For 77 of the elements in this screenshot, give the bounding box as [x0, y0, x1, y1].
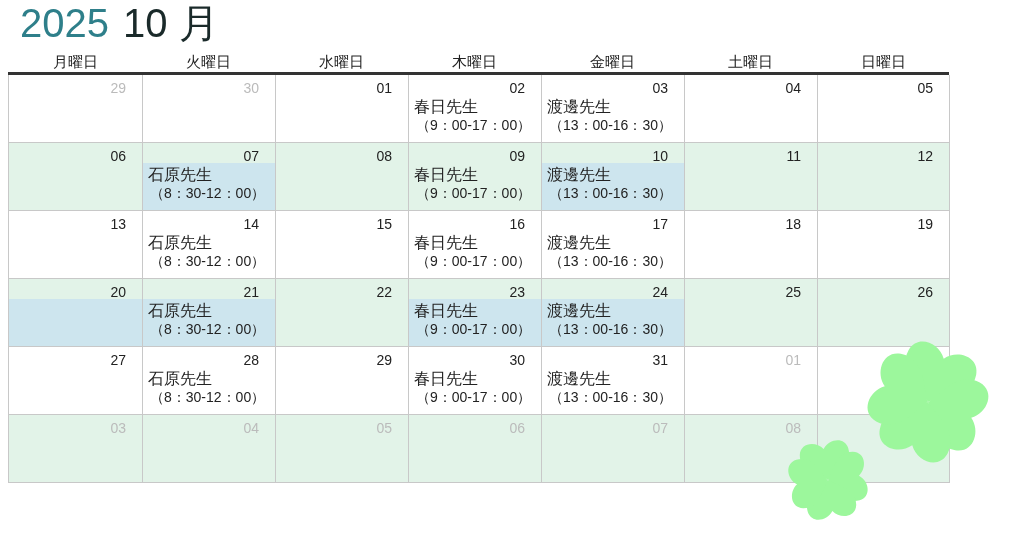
day-number: 29 — [110, 79, 127, 95]
day-number: 22 — [376, 283, 393, 299]
day-number: 29 — [376, 351, 393, 367]
day-number: 05 — [917, 79, 934, 95]
time-range: （9：00-17：00） — [416, 252, 532, 270]
day-number: 17 — [652, 215, 669, 231]
calendar-year: 2025 — [20, 0, 109, 46]
day-number: 14 — [243, 215, 260, 231]
day-number: 27 — [110, 351, 127, 367]
day-number: 03 — [652, 79, 669, 95]
weekday-label: 火曜日 — [186, 53, 231, 70]
day-number: 03 — [110, 419, 127, 435]
day-number: 01 — [376, 79, 393, 95]
day-number: 12 — [917, 147, 934, 163]
weekday-label: 木曜日 — [452, 53, 497, 70]
teacher-name: 春日先生 — [414, 233, 478, 252]
time-range: （13：00-16：30） — [549, 252, 672, 270]
time-range: （9：00-17：00） — [416, 320, 532, 338]
time-range: （8：30-12：00） — [150, 252, 266, 270]
day-number: 28 — [243, 351, 260, 367]
teacher-name: 渡邊先生 — [547, 369, 611, 388]
day-number: 21 — [243, 283, 260, 299]
teacher-name: 春日先生 — [414, 301, 478, 320]
day-number: 07 — [652, 419, 669, 435]
time-range: （9：00-17：00） — [416, 388, 532, 406]
day-number: 25 — [785, 283, 802, 299]
day-number: 31 — [652, 351, 669, 367]
day-number: 26 — [917, 283, 934, 299]
day-number: 30 — [509, 351, 526, 367]
teacher-name: 渡邊先生 — [547, 233, 611, 252]
day-number: 08 — [376, 147, 393, 163]
weekday-label: 月曜日 — [52, 53, 98, 70]
day-number: 16 — [509, 215, 526, 231]
day-number: 06 — [509, 419, 526, 435]
day-number: 07 — [243, 147, 260, 163]
day-number: 18 — [785, 215, 802, 231]
day-number: 05 — [376, 419, 393, 435]
day-number: 06 — [110, 147, 127, 163]
weekday-label: 水曜日 — [319, 53, 364, 70]
day-number: 19 — [917, 215, 934, 231]
day-number: 30 — [243, 79, 260, 95]
day-number: 24 — [652, 283, 669, 299]
day-number: 11 — [786, 147, 802, 163]
time-range: （9：00-17：00） — [416, 116, 532, 134]
day-number: 04 — [785, 79, 802, 95]
teacher-name: 春日先生 — [414, 165, 478, 184]
calendar-month: 10 月 — [123, 0, 219, 46]
teacher-name: 石原先生 — [148, 233, 212, 252]
weekday-label: 日曜日 — [860, 53, 906, 70]
time-range: （13：00-16：30） — [549, 388, 672, 406]
teacher-name: 石原先生 — [148, 165, 212, 184]
teacher-name: 春日先生 — [414, 97, 478, 116]
day-number: 09 — [509, 147, 526, 163]
day-number: 04 — [243, 419, 260, 435]
time-range: （8：30-12：00） — [150, 388, 266, 406]
weekday-label: 金曜日 — [590, 53, 635, 70]
teacher-name: 渡邊先生 — [547, 97, 611, 116]
time-range: （8：30-12：00） — [150, 184, 266, 202]
teacher-name: 石原先生 — [148, 369, 212, 388]
teacher-name: 渡邊先生 — [547, 301, 611, 320]
day-number: 08 — [785, 419, 802, 435]
day-number: 01 — [785, 351, 802, 367]
weekday-label: 土曜日 — [728, 53, 773, 70]
time-range: （13：00-16：30） — [549, 320, 672, 338]
time-range: （13：00-16：30） — [549, 116, 672, 134]
day-number: 10 — [652, 147, 669, 163]
time-range: （9：00-17：00） — [416, 184, 532, 202]
day-number: 20 — [110, 283, 127, 299]
day-number: 02 — [509, 79, 526, 95]
teacher-name: 石原先生 — [148, 301, 212, 320]
teacher-name: 春日先生 — [414, 369, 478, 388]
day-number: 23 — [509, 283, 526, 299]
time-range: （8：30-12：00） — [150, 320, 266, 338]
teacher-name: 渡邊先生 — [547, 165, 611, 184]
day-number: 15 — [376, 215, 393, 231]
day-number: 13 — [110, 215, 127, 231]
time-range: （13：00-16：30） — [549, 184, 672, 202]
